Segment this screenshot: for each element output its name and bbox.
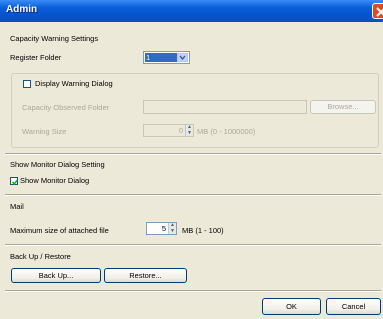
show-monitor-checkbox[interactable] [10, 177, 19, 186]
title-bar[interactable]: Admin [0, 0, 383, 22]
backup-button[interactable]: Back Up... [11, 268, 101, 283]
max-size-unit: MB (1 - 100) [182, 226, 224, 235]
display-warning-label: Display Warning Dialog [35, 79, 113, 88]
browse-button[interactable]: Browse... [310, 100, 376, 114]
warning-size-spin[interactable]: ▲ ▼ [185, 125, 193, 136]
register-folder-label: Register Folder [10, 53, 62, 62]
cancel-button[interactable]: Cancel [326, 298, 381, 315]
show-monitor-label: Show Monitor Dialog [20, 176, 90, 185]
checkmark-icon [11, 179, 19, 186]
spin-down-icon[interactable]: ▼ [186, 130, 193, 137]
monitor-section-label: Show Monitor Dialog Setting [10, 160, 105, 169]
dropdown-arrow-button[interactable] [177, 53, 188, 62]
divider [5, 290, 381, 292]
capacity-section-label: Capacity Warning Settings [10, 34, 99, 43]
divider [5, 153, 381, 155]
close-button[interactable] [372, 3, 383, 19]
divider [5, 194, 381, 196]
max-size-spin[interactable]: ▲ ▼ [168, 223, 176, 234]
ok-button[interactable]: OK [262, 298, 321, 315]
close-icon [376, 7, 383, 17]
restore-button[interactable]: Restore... [104, 268, 187, 283]
observed-folder-field[interactable] [143, 100, 307, 114]
chevron-down-icon [179, 55, 186, 61]
admin-dialog: Admin Capacity Warning Settings Register… [0, 0, 383, 319]
warning-size-unit: MB (0 - 1000000) [197, 127, 256, 136]
warning-size-stepper[interactable]: 0 ▲ ▼ [143, 124, 194, 137]
observed-folder-label: Capacity Observed Folder [22, 103, 110, 112]
backup-section-label: Back Up / Restore [10, 252, 71, 261]
warning-size-label: Warning Size [22, 127, 67, 136]
spin-down-icon[interactable]: ▼ [169, 228, 176, 235]
max-size-stepper[interactable]: 5 ▲ ▼ [146, 222, 177, 235]
window-title: Admin [6, 4, 38, 15]
max-size-label: Maximum size of attached file [10, 226, 109, 235]
register-folder-select[interactable]: 1 [143, 51, 190, 64]
max-size-value: 5 [161, 224, 166, 233]
register-folder-value: 1 [145, 53, 177, 62]
divider [5, 244, 381, 246]
mail-section-label: Mail [10, 202, 24, 211]
display-warning-checkbox[interactable] [23, 80, 31, 88]
warning-size-value: 0 [178, 126, 183, 135]
